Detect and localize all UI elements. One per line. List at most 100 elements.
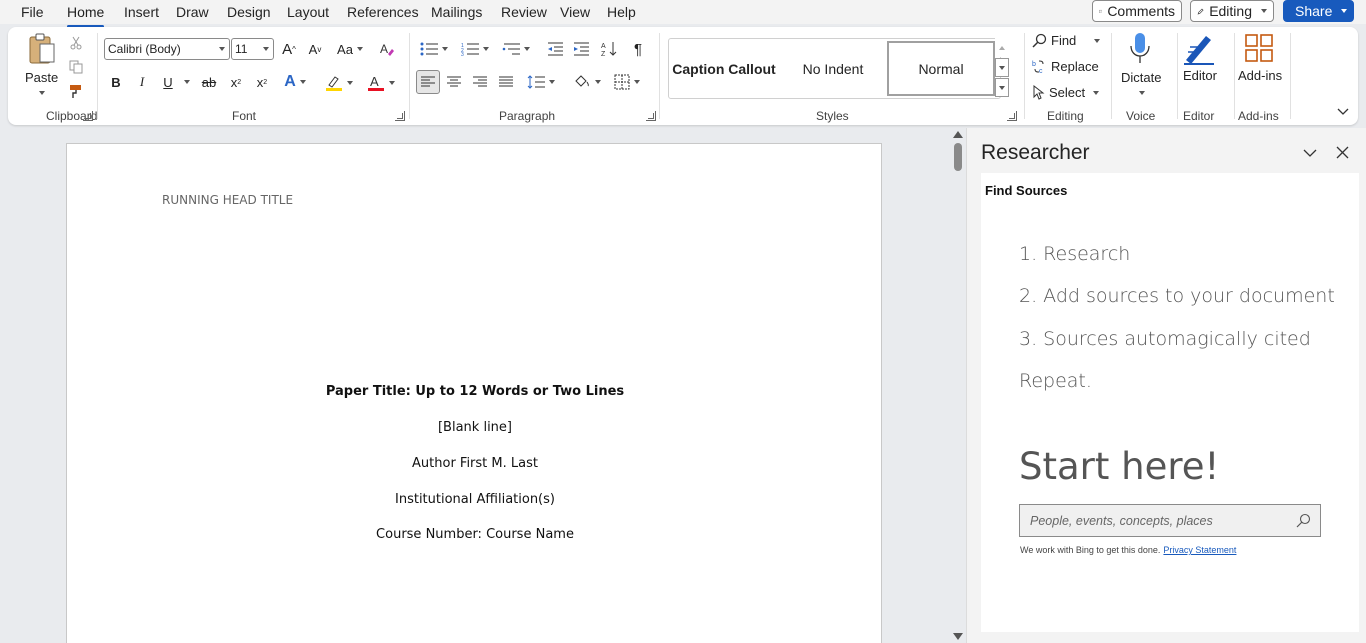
styles-more-icon[interactable] <box>995 78 1009 97</box>
format-painter-icon[interactable] <box>68 83 84 99</box>
numbering-button[interactable]: 123 <box>459 39 491 59</box>
course-number-name[interactable]: Course Number: Course Name <box>67 527 883 542</box>
font-group-label: Font <box>232 109 257 123</box>
cut-icon[interactable] <box>68 35 84 51</box>
font-name-combo[interactable]: Calibri (Body) <box>104 38 230 60</box>
highlight-color-button[interactable] <box>322 72 356 94</box>
font-dialog-launcher-icon[interactable] <box>395 111 405 121</box>
multilevel-list-button[interactable] <box>500 39 532 59</box>
grow-font-button[interactable]: A ^ <box>280 39 298 59</box>
tab-design[interactable]: Design <box>227 4 271 20</box>
tab-view[interactable]: View <box>560 4 590 20</box>
ribbon-options-chevron-down-icon[interactable] <box>1336 105 1350 119</box>
researcher-search-box[interactable] <box>1019 504 1321 537</box>
ribbon-divider <box>1234 33 1235 119</box>
select-button[interactable]: Select <box>1032 85 1100 100</box>
author-name[interactable]: Author First M. Last <box>67 456 883 471</box>
running-head[interactable]: RUNNING HEAD TITLE <box>162 193 293 207</box>
share-button[interactable]: Share <box>1283 0 1354 22</box>
replace-button[interactable]: bc Replace <box>1032 59 1099 74</box>
svg-text:3: 3 <box>461 52 464 56</box>
style-normal[interactable]: Normal <box>887 41 995 96</box>
researcher-body: Find Sources 1. Research 2. Add sources … <box>981 173 1359 632</box>
paste-icon[interactable] <box>26 32 58 66</box>
tab-home[interactable]: Home <box>67 4 105 28</box>
font-color-button[interactable]: A <box>364 72 398 94</box>
dictate-label[interactable]: Dictate <box>1121 70 1161 85</box>
paste-label[interactable]: Paste <box>25 70 58 85</box>
editor-label[interactable]: Editor <box>1183 68 1217 83</box>
superscript-button[interactable]: x2 <box>254 72 270 92</box>
privacy-statement-link[interactable]: Privacy Statement <box>1163 545 1236 555</box>
editing-mode-button[interactable]: Editing <box>1190 0 1274 22</box>
change-case-button[interactable]: Aa <box>334 39 366 59</box>
document-scrollbar[interactable] <box>950 128 966 643</box>
add-ins-label[interactable]: Add-ins <box>1238 68 1282 83</box>
styles-dialog-launcher-icon[interactable] <box>1007 111 1017 121</box>
scroll-down-arrow-icon[interactable] <box>953 633 963 640</box>
scroll-up-arrow-icon[interactable] <box>953 131 963 138</box>
justify-button[interactable] <box>496 72 516 92</box>
chevron-down-icon[interactable] <box>1139 91 1145 95</box>
increase-indent-button[interactable] <box>571 39 591 59</box>
bullets-button[interactable] <box>418 39 450 59</box>
pane-options-chevron-down-icon[interactable] <box>1303 147 1317 159</box>
tab-mailings[interactable]: Mailings <box>431 4 482 20</box>
institutional-affiliation[interactable]: Institutional Affiliation(s) <box>67 492 883 507</box>
tab-layout[interactable]: Layout <box>287 4 329 20</box>
cursor-icon <box>1033 85 1045 100</box>
tab-review[interactable]: Review <box>501 4 547 20</box>
tab-draw[interactable]: Draw <box>176 4 209 20</box>
align-right-button[interactable] <box>470 72 490 92</box>
style-no-indent[interactable]: No Indent <box>779 41 887 96</box>
strikethrough-button[interactable]: ab <box>200 72 218 92</box>
tab-insert[interactable]: Insert <box>124 4 159 20</box>
shading-button[interactable] <box>570 72 604 92</box>
close-icon[interactable] <box>1336 146 1350 160</box>
decrease-indent-button[interactable] <box>545 39 565 59</box>
document-page[interactable]: RUNNING HEAD TITLE Paper Title: Up to 12… <box>66 143 882 643</box>
researcher-search-input[interactable] <box>1020 505 1290 536</box>
show-formatting-marks-button[interactable]: ¶ <box>628 39 648 59</box>
add-ins-icon[interactable] <box>1244 33 1274 63</box>
tab-file[interactable]: File <box>21 4 44 20</box>
chevron-down-icon <box>1261 9 1267 13</box>
chevron-down-icon[interactable] <box>184 80 190 84</box>
styles-scroll-down-icon[interactable] <box>995 58 1009 77</box>
borders-button[interactable] <box>610 72 644 92</box>
copy-icon[interactable] <box>68 59 84 75</box>
find-button[interactable]: Find <box>1032 33 1101 48</box>
subscript-button[interactable]: x2 <box>228 72 244 92</box>
underline-button[interactable]: U <box>160 72 176 92</box>
italic-button[interactable]: I <box>134 72 150 92</box>
align-left-button[interactable] <box>416 70 440 94</box>
tab-references[interactable]: References <box>347 4 419 20</box>
voice-group-label: Voice <box>1126 109 1156 123</box>
style-caption-callout[interactable]: Caption Callout <box>671 41 777 96</box>
text-effects-button[interactable]: A <box>280 72 310 92</box>
blank-line-placeholder[interactable]: [Blank line] <box>67 420 883 435</box>
chevron-down-icon[interactable] <box>39 91 45 95</box>
line-spacing-button[interactable] <box>524 72 558 92</box>
paragraph-dialog-launcher-icon[interactable] <box>646 111 656 121</box>
sort-button[interactable]: AZ <box>599 39 619 59</box>
bold-button[interactable]: B <box>108 72 124 92</box>
ribbon-divider <box>659 33 660 119</box>
microphone-icon[interactable] <box>1128 32 1152 66</box>
clipboard-dialog-launcher-icon[interactable] <box>83 111 93 121</box>
paper-title[interactable]: Paper Title: Up to 12 Words or Two Lines <box>67 384 883 399</box>
shrink-font-button[interactable]: Av <box>306 39 324 59</box>
tab-help[interactable]: Help <box>607 4 636 20</box>
align-center-button[interactable] <box>444 72 464 92</box>
editor-icon[interactable] <box>1182 32 1216 66</box>
ribbon: Paste Clipboard Calibri (Body) 11 A ^ Av … <box>8 27 1358 125</box>
search-icon[interactable] <box>1296 513 1312 529</box>
comments-button[interactable]: Comments <box>1092 0 1182 22</box>
chevron-down-icon <box>1093 90 1100 95</box>
font-size-combo[interactable]: 11 <box>231 38 274 60</box>
increase-indent-icon <box>574 42 589 56</box>
scroll-thumb[interactable] <box>954 143 962 171</box>
clear-formatting-button[interactable]: A <box>378 39 396 59</box>
chevron-down-icon <box>219 47 225 51</box>
styles-scroll-up-icon[interactable] <box>995 38 1009 57</box>
